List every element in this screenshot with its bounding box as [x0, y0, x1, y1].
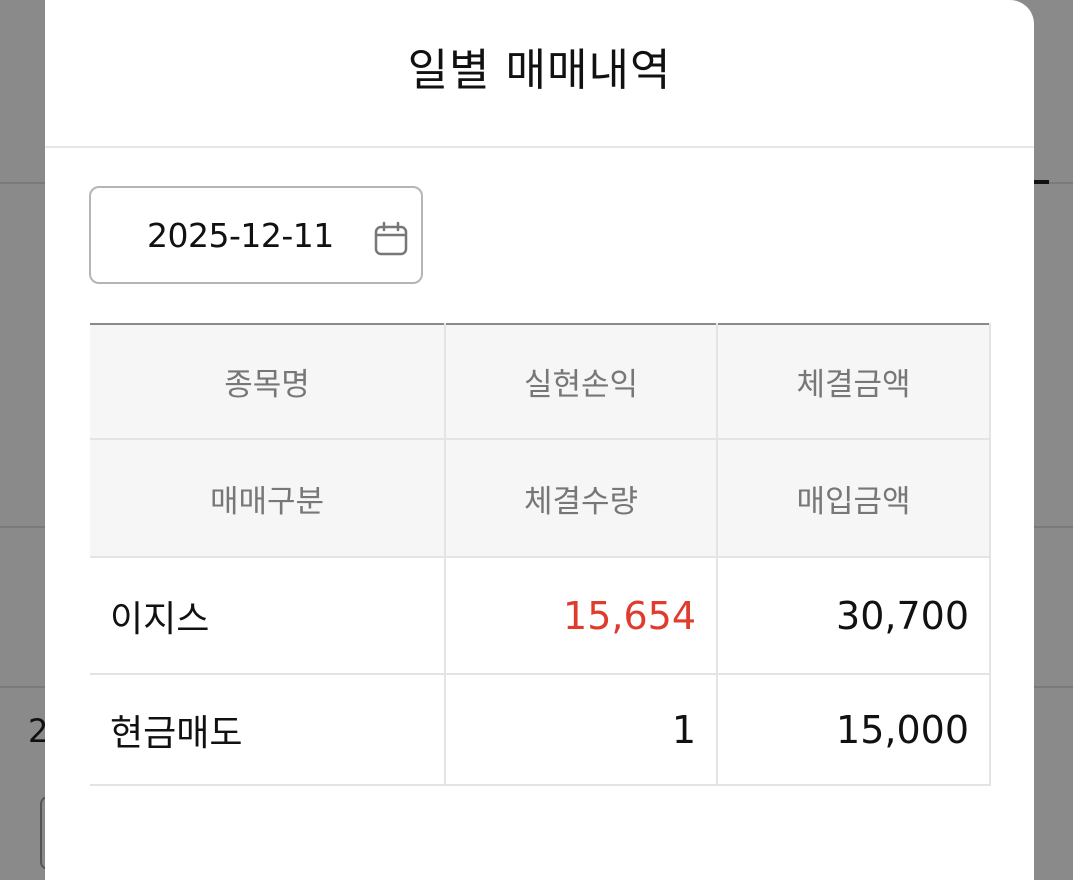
stock-name: 이지스	[90, 556, 446, 675]
purchase-amount: 15,000	[716, 673, 991, 786]
calendar-icon[interactable]	[373, 221, 409, 257]
date-value: 2025-12-11	[147, 215, 334, 255]
header-stock-name: 종목명	[90, 323, 446, 440]
modal-header: 일별 매매내역	[45, 0, 1034, 148]
modal-title: 일별 매매내역	[407, 45, 672, 96]
executed-quantity: 1	[444, 673, 718, 786]
header-executed-quantity: 체결수량	[444, 438, 718, 558]
date-picker[interactable]: 2025-12-11	[89, 186, 423, 284]
table-row: 현금매도 1 15,000	[90, 673, 991, 786]
header-realized-pnl: 실현손익	[444, 323, 718, 440]
header-trade-type: 매매구분	[90, 438, 446, 558]
daily-trades-modal: 일별 매매내역 2025-12-11 종목명 실현손익 체결금액 매매구분 체결…	[45, 0, 1034, 880]
table-header-row: 종목명 실현손익 체결금액	[90, 323, 991, 440]
header-executed-amount: 체결금액	[716, 323, 991, 440]
trades-table: 종목명 실현손익 체결금액 매매구분 체결수량 매입금액 이지스 15,654 …	[90, 323, 991, 786]
realized-pnl: 15,654	[444, 556, 718, 675]
table-row: 이지스 15,654 30,700	[90, 556, 991, 675]
table-header-row: 매매구분 체결수량 매입금액	[90, 438, 991, 558]
trade-type: 현금매도	[90, 673, 446, 786]
executed-amount: 30,700	[716, 556, 991, 675]
header-purchase-amount: 매입금액	[716, 438, 991, 558]
